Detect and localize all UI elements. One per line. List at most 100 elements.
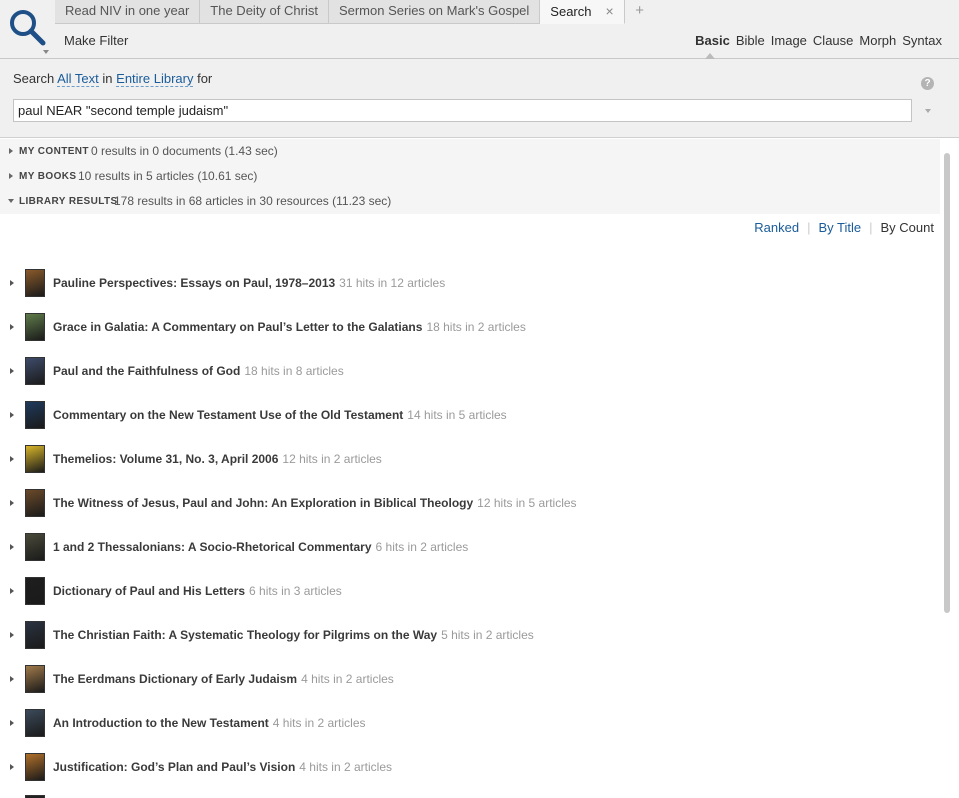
tab-sermon-series[interactable]: Sermon Series on Mark's Gospel xyxy=(328,0,541,24)
results-pane: MY CONTENT 0 results in 0 documents (1.4… xyxy=(0,139,940,798)
result-item[interactable]: 1 and 2 Thessalonians: A Socio-Rhetorica… xyxy=(0,531,940,563)
add-tab-button[interactable]: + xyxy=(625,0,655,24)
result-item[interactable]: Justification: God’s Plan and Paul’s Vis… xyxy=(0,751,940,783)
result-hits: 12 hits in 5 articles xyxy=(477,496,577,510)
expand-triangle-icon[interactable] xyxy=(10,764,14,770)
tab-bar: Read NIV in one year The Deity of Christ… xyxy=(55,0,655,24)
book-cover-icon xyxy=(25,533,45,561)
app-header: Read NIV in one year The Deity of Christ… xyxy=(0,0,959,59)
result-item[interactable]: Pauline Perspectives: Essays on Paul, 19… xyxy=(0,267,940,299)
tab-read-niv[interactable]: Read NIV in one year xyxy=(55,0,201,24)
close-icon[interactable]: × xyxy=(606,3,614,19)
tab-deity-of-christ[interactable]: The Deity of Christ xyxy=(200,0,329,24)
result-hits: 4 hits in 2 articles xyxy=(272,716,366,730)
expand-triangle-icon[interactable] xyxy=(10,324,14,330)
make-filter-button[interactable]: Make Filter xyxy=(64,33,128,48)
sort-by-title-link[interactable]: By Title xyxy=(819,220,862,235)
book-cover-icon xyxy=(25,753,45,781)
result-item[interactable]: The Christian Faith: A Systematic Theolo… xyxy=(0,619,940,651)
result-title[interactable]: Pauline Perspectives: Essays on Paul, 19… xyxy=(53,276,335,290)
search-icon[interactable] xyxy=(8,8,48,56)
book-cover-icon xyxy=(25,313,45,341)
result-title[interactable]: 1 and 2 Thessalonians: A Socio-Rhetorica… xyxy=(53,540,372,554)
result-item[interactable]: Themelios: Volume 31, No. 3, April 2006 1… xyxy=(0,443,940,475)
section-library-results[interactable]: LIBRARY RESULTS 178 results in 68 articl… xyxy=(0,189,940,214)
result-item[interactable]: Commentary on the New Testament Use of t… xyxy=(0,399,940,431)
search-panel: Search All Text in Entire Library for ? xyxy=(0,59,959,138)
section-summary: 10 results in 5 articles (10.61 sec) xyxy=(78,169,258,183)
expand-triangle-icon[interactable] xyxy=(10,632,14,638)
result-item[interactable]: Grace in Galatia: A Commentary on Paul’s… xyxy=(0,311,940,343)
tab-label: Sermon Series on Mark's Gospel xyxy=(338,3,530,18)
expand-triangle-icon[interactable] xyxy=(10,280,14,286)
section-my-books[interactable]: MY BOOKS 10 results in 5 articles (10.61… xyxy=(0,164,940,189)
book-cover-icon xyxy=(25,445,45,473)
search-connector-label: in xyxy=(102,71,113,86)
result-title[interactable]: Commentary on the New Testament Use of t… xyxy=(53,408,403,422)
chevron-down-icon[interactable] xyxy=(925,109,931,113)
result-hits: 12 hits in 2 articles xyxy=(282,452,382,466)
result-item[interactable]: Dictionary of Paul and His Letters 6 hits… xyxy=(0,575,940,607)
mode-basic[interactable]: Basic xyxy=(695,33,730,59)
expand-triangle-icon[interactable] xyxy=(9,173,13,179)
search-prefix-label: Search xyxy=(13,71,55,86)
expand-triangle-icon[interactable] xyxy=(10,588,14,594)
result-title[interactable]: An Introduction to the New Testament xyxy=(53,716,269,730)
result-title[interactable]: Dictionary of Paul and His Letters xyxy=(53,584,245,598)
book-cover-icon xyxy=(25,269,45,297)
result-item[interactable]: The Eerdmans Dictionary of Early Judaism… xyxy=(0,663,940,695)
section-label: LIBRARY RESULTS xyxy=(19,196,118,207)
section-my-content[interactable]: MY CONTENT 0 results in 0 documents (1.4… xyxy=(0,139,940,164)
book-cover-icon xyxy=(25,621,45,649)
result-title[interactable]: The Witness of Jesus, Paul and John: An … xyxy=(53,496,473,510)
result-item-partial xyxy=(0,793,940,798)
result-hits: 18 hits in 2 articles xyxy=(426,320,526,334)
mode-syntax[interactable]: Syntax xyxy=(902,33,942,48)
result-title[interactable]: Grace in Galatia: A Commentary on Paul’s… xyxy=(53,320,422,334)
sort-separator: | xyxy=(869,220,873,235)
mode-clause[interactable]: Clause xyxy=(813,33,853,48)
result-hits: 31 hits in 12 articles xyxy=(339,276,446,290)
library-dropdown[interactable]: Entire Library xyxy=(116,71,194,87)
chevron-down-icon[interactable] xyxy=(43,50,49,54)
tab-label: The Deity of Christ xyxy=(210,3,318,18)
expand-triangle-icon[interactable] xyxy=(10,456,14,462)
section-label: MY CONTENT xyxy=(19,146,89,157)
expand-triangle-icon[interactable] xyxy=(10,368,14,374)
result-title[interactable]: Justification: God’s Plan and Paul’s Vis… xyxy=(53,760,295,774)
sort-by-count-label[interactable]: By Count xyxy=(881,220,934,235)
mode-image[interactable]: Image xyxy=(771,33,807,48)
result-item[interactable]: The Witness of Jesus, Paul and John: An … xyxy=(0,487,940,519)
mode-bible[interactable]: Bible xyxy=(736,33,765,48)
expand-triangle-icon[interactable] xyxy=(10,500,14,506)
result-title[interactable]: Paul and the Faithfulness of God xyxy=(53,364,240,378)
tab-label: Read NIV in one year xyxy=(65,3,190,18)
result-hits: 5 hits in 2 articles xyxy=(441,628,534,642)
collapse-triangle-icon[interactable] xyxy=(8,199,14,203)
book-cover-icon xyxy=(25,665,45,693)
result-title[interactable]: The Eerdmans Dictionary of Early Judaism xyxy=(53,672,297,686)
tab-label: Search xyxy=(550,4,592,19)
tab-search[interactable]: Search × xyxy=(540,0,625,24)
result-hits: 4 hits in 2 articles xyxy=(299,760,392,774)
scope-dropdown[interactable]: All Text xyxy=(57,71,99,87)
expand-triangle-icon[interactable] xyxy=(9,148,13,154)
sort-ranked-link[interactable]: Ranked xyxy=(754,220,799,235)
search-scope-line: Search All Text in Entire Library for xyxy=(13,71,212,87)
result-title[interactable]: The Christian Faith: A Systematic Theolo… xyxy=(53,628,437,642)
section-summary: 178 results in 68 articles in 30 resourc… xyxy=(114,194,392,208)
help-icon[interactable]: ? xyxy=(921,77,934,90)
result-title[interactable]: Themelios: Volume 31, No. 3, April 2006 xyxy=(53,452,278,466)
sort-options: Ranked | By Title | By Count xyxy=(754,220,934,235)
book-cover-icon xyxy=(25,709,45,737)
search-input[interactable] xyxy=(13,99,912,122)
expand-triangle-icon[interactable] xyxy=(10,412,14,418)
results-scrollbar[interactable] xyxy=(944,153,950,613)
expand-triangle-icon[interactable] xyxy=(10,544,14,550)
expand-triangle-icon[interactable] xyxy=(10,676,14,682)
expand-triangle-icon[interactable] xyxy=(10,720,14,726)
result-item[interactable]: An Introduction to the New Testament 4 hi… xyxy=(0,707,940,739)
result-hits: 18 hits in 8 articles xyxy=(244,364,344,378)
result-item[interactable]: Paul and the Faithfulness of God 18 hits … xyxy=(0,355,940,387)
mode-morph[interactable]: Morph xyxy=(859,33,896,48)
